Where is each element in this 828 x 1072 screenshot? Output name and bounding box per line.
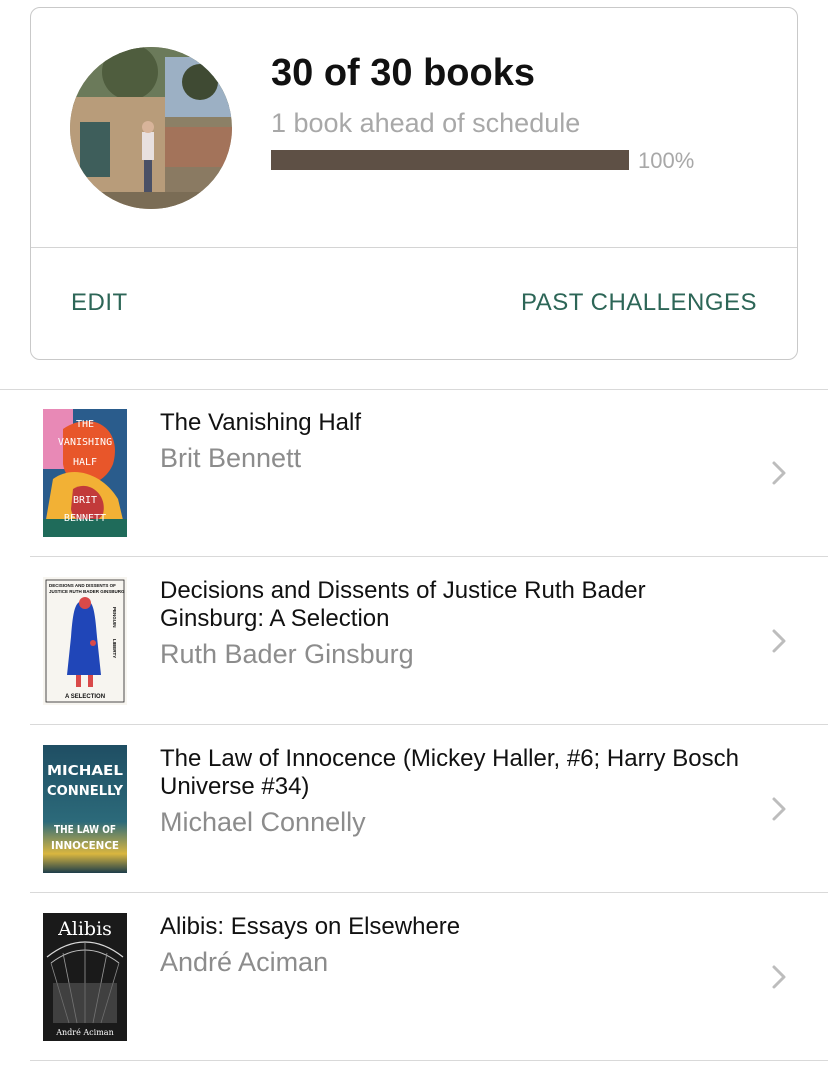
progress-bar (271, 150, 629, 170)
chevron-right-icon (770, 459, 788, 487)
cover-text: A SELECTION (65, 694, 105, 700)
book-cover: DECISIONS AND DISSENTS OF JUSTICE RUTH B… (43, 577, 127, 705)
cover-text: DECISIONS AND DISSENTS OF (49, 583, 116, 588)
chevron-right-icon (770, 627, 788, 655)
book-title: The Vanishing Half (160, 409, 361, 436)
avatar-photo (70, 47, 232, 209)
cover-text: THE (76, 419, 94, 430)
cover-text: André Aciman (55, 1028, 113, 1037)
book-cover: MICHAEL CONNELLY THE LAW OF INNOCENCE (43, 745, 127, 873)
book-cover: Alibis André Aciman (43, 913, 127, 1041)
book-row-vanishing-half[interactable]: THE VANISHING HALF BRIT BENNETT The Vani… (30, 389, 828, 557)
book-cover: THE VANISHING HALF BRIT BENNETT (43, 409, 127, 537)
cover-text: Alibis (57, 918, 112, 940)
book-title: Alibis: Essays on Elsewhere (160, 913, 461, 940)
cover-text: VANISHING (58, 437, 112, 448)
cover-text: PENGUIN (112, 607, 117, 628)
past-challenges-button[interactable]: PAST CHALLENGES (521, 289, 757, 317)
cover-text: JUSTICE RUTH BADER GINSBURG (49, 589, 125, 594)
reading-challenge-card: 30 of 30 books 1 book ahead of schedule … (30, 7, 798, 360)
cover-text: CONNELLY (47, 784, 124, 799)
cover-text: BRIT (73, 495, 97, 506)
chevron-right-icon (770, 795, 788, 823)
challenge-title: 30 of 30 books (271, 52, 535, 94)
cover-text: INNOCENCE (51, 839, 119, 852)
book-row-alibis[interactable]: Alibis André Aciman Alibis: Essays on El… (30, 893, 828, 1061)
book-author: Michael Connelly (160, 807, 366, 837)
card-divider (31, 247, 797, 248)
book-title: Decisions and Dissents of Justice Ruth B… (160, 577, 646, 632)
cover-text: MICHAEL (47, 764, 123, 779)
cover-text: THE LAW OF (54, 823, 116, 836)
progress-percent: 100% (638, 148, 695, 173)
cover-text: BENNETT (64, 513, 106, 524)
schedule-status: 1 book ahead of schedule (271, 108, 581, 138)
row-divider (30, 1060, 828, 1061)
book-title: The Law of Innocence (Mickey Haller, #6;… (160, 745, 739, 800)
edit-button[interactable]: EDIT (71, 289, 128, 317)
book-author: Ruth Bader Ginsburg (160, 639, 414, 669)
progress-bar-fill (271, 150, 629, 170)
cover-text: LIBERTY (112, 639, 117, 658)
book-author: André Aciman (160, 947, 329, 977)
book-row-decisions-and-dissents[interactable]: DECISIONS AND DISSENTS OF JUSTICE RUTH B… (30, 557, 828, 725)
cover-text: HALF (73, 457, 97, 468)
book-author: Brit Bennett (160, 443, 302, 473)
user-avatar (70, 47, 232, 209)
chevron-right-icon (770, 963, 788, 991)
book-row-law-of-innocence[interactable]: MICHAEL CONNELLY THE LAW OF INNOCENCE Th… (30, 725, 828, 893)
